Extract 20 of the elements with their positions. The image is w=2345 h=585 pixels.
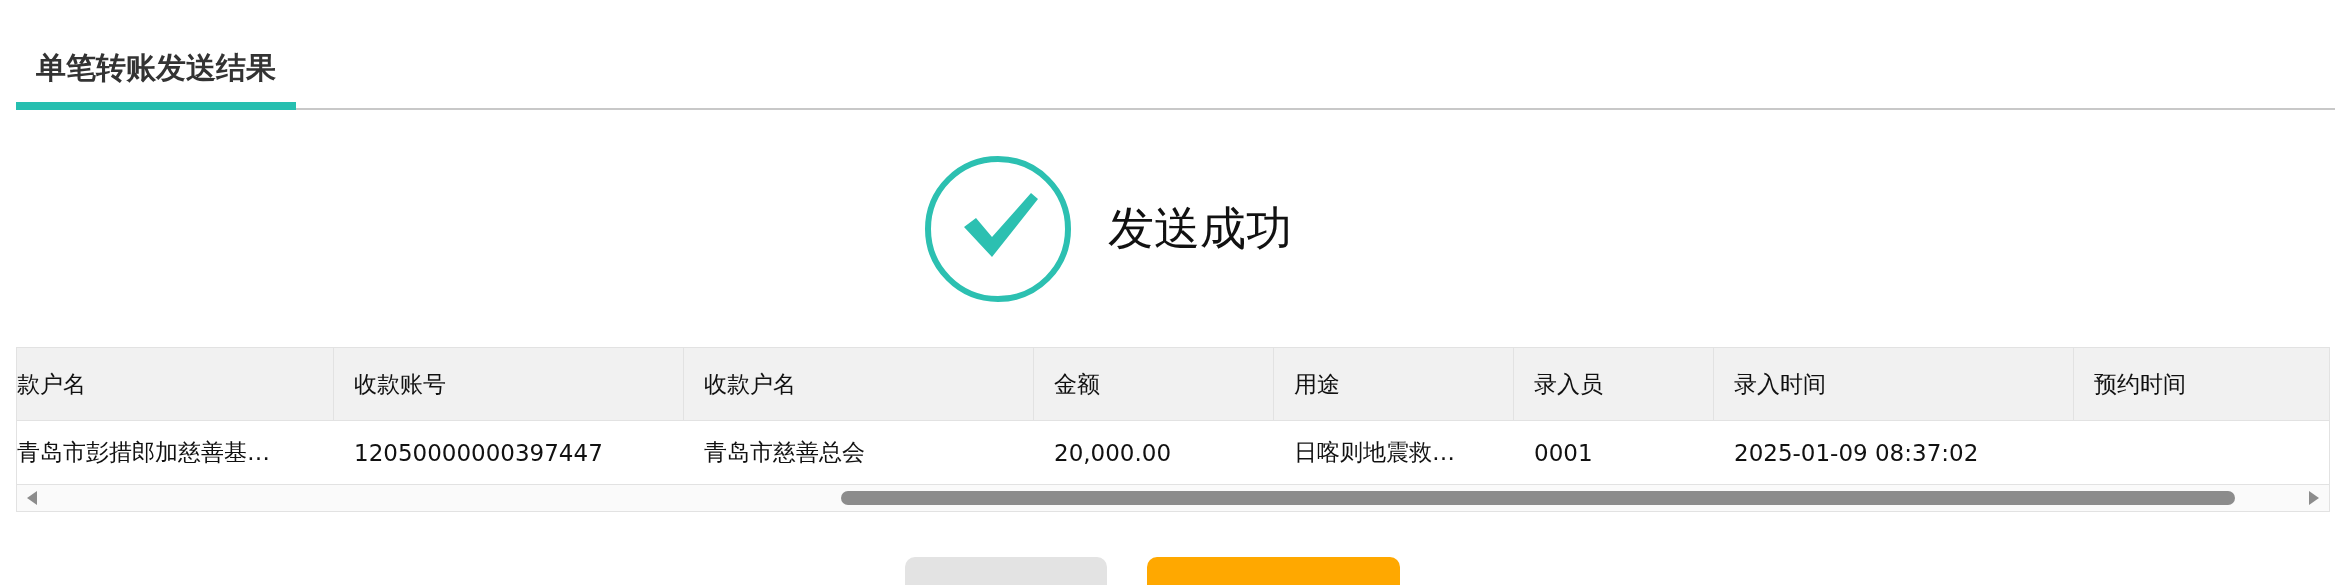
scroll-right-icon[interactable]	[2307, 490, 2321, 506]
column-header: 金额	[1034, 348, 1274, 420]
table-cell-text: 2025-01-09 08:37:02	[1733, 438, 1980, 468]
scrollbar-thumb[interactable]	[841, 491, 2235, 505]
table-cell-text: 日喀则地震救…	[1293, 438, 1456, 467]
table-cell-text: 12050000000397447	[353, 438, 604, 468]
column-header: 收款户名	[684, 348, 1034, 420]
scroll-left-icon[interactable]	[25, 490, 39, 506]
column-header: 录入员	[1514, 348, 1714, 420]
column-header: 录入时间	[1714, 348, 2074, 420]
table-cell-text: 青岛市彭措郎加慈善基…	[17, 438, 271, 467]
success-message: 发送成功	[1107, 199, 1292, 257]
table-cell-text: 20,000.00	[1053, 438, 1173, 468]
table-cell-text: 0001	[1533, 438, 1594, 468]
column-header: 收款账号	[334, 348, 684, 420]
success-check-icon	[923, 154, 1072, 303]
column-header: 款户名	[17, 348, 334, 420]
table-cell-text: 青岛市慈善总会	[703, 438, 866, 467]
column-header: 预约时间	[2074, 348, 2329, 420]
column-header: 用途	[1274, 348, 1514, 420]
